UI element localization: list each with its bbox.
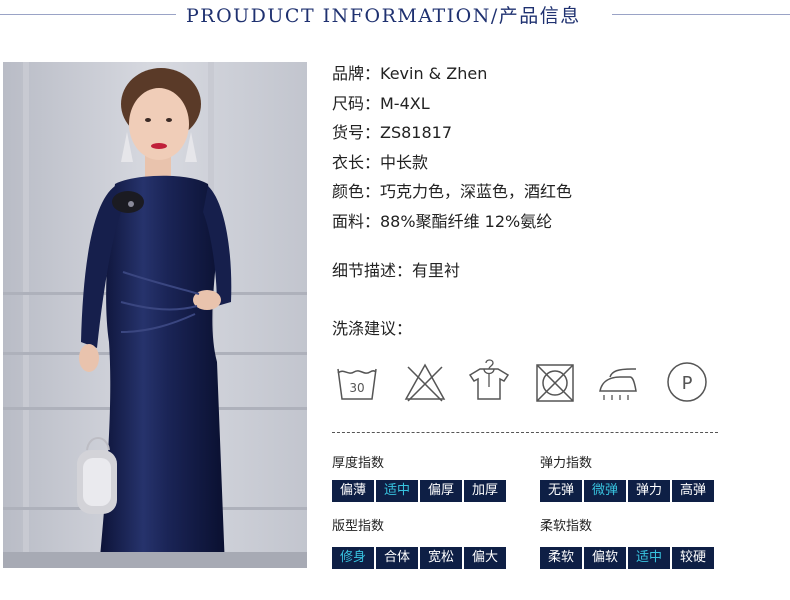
no-bleach-icon (402, 359, 448, 405)
index-option: 偏大 (464, 547, 506, 569)
length-line: 衣长：中长款 (332, 153, 429, 172)
care-title: 洗涤建议： (332, 319, 413, 338)
index-option: 无弹 (540, 480, 582, 502)
section-divider (332, 432, 718, 433)
index-option: 宽松 (420, 547, 462, 569)
index-option: 偏软 (584, 547, 626, 569)
svg-text:P: P (682, 373, 693, 394)
softness-index-title: 柔软指数 (540, 519, 593, 534)
no-tumble-dry-icon (532, 359, 578, 405)
section-title: PROUDUCT INFORMATION/产品信息 (186, 5, 581, 27)
dry-clean-p-icon: P (664, 359, 710, 405)
detail-line: 细节描述：有里衬 (332, 261, 461, 280)
color-line: 颜色：巧克力色，深蓝色，酒红色 (332, 182, 573, 201)
index-option: 偏薄 (332, 480, 374, 502)
index-option: 较硬 (672, 547, 714, 569)
hang-dry-icon (466, 359, 512, 405)
index-option: 适中 (628, 547, 670, 569)
index-option: 适中 (376, 480, 418, 502)
index-option: 弹力 (628, 480, 670, 502)
elasticity-index-title: 弹力指数 (540, 456, 593, 471)
fit-index-scale: 修身 合体 宽松 偏大 (332, 547, 508, 569)
index-option: 柔软 (540, 547, 582, 569)
wash-30-icon: 30 (334, 359, 380, 405)
elasticity-index-scale: 无弹 微弹 弹力 高弹 (540, 480, 716, 502)
header-rule-left (0, 14, 176, 15)
index-option: 修身 (332, 547, 374, 569)
item-number-line: 货号：ZS81817 (332, 123, 453, 142)
fit-index-title: 版型指数 (332, 519, 385, 534)
index-option: 加厚 (464, 480, 506, 502)
brand-line: 品牌：Kevin & Zhen (332, 64, 488, 83)
index-option: 合体 (376, 547, 418, 569)
softness-index-scale: 柔软 偏软 适中 较硬 (540, 547, 716, 569)
header-rule-right (612, 14, 790, 15)
thickness-index-scale: 偏薄 适中 偏厚 加厚 (332, 480, 508, 502)
fabric-line: 面料：88%聚酯纤维 12%氨纶 (332, 212, 553, 231)
thickness-index-title: 厚度指数 (332, 456, 385, 471)
product-photo (3, 62, 307, 568)
svg-text:30: 30 (349, 381, 364, 395)
index-option: 高弹 (672, 480, 714, 502)
index-option: 偏厚 (420, 480, 462, 502)
size-line: 尺码：M-4XL (332, 94, 430, 113)
index-option: 微弹 (584, 480, 626, 502)
iron-icon (596, 359, 642, 405)
